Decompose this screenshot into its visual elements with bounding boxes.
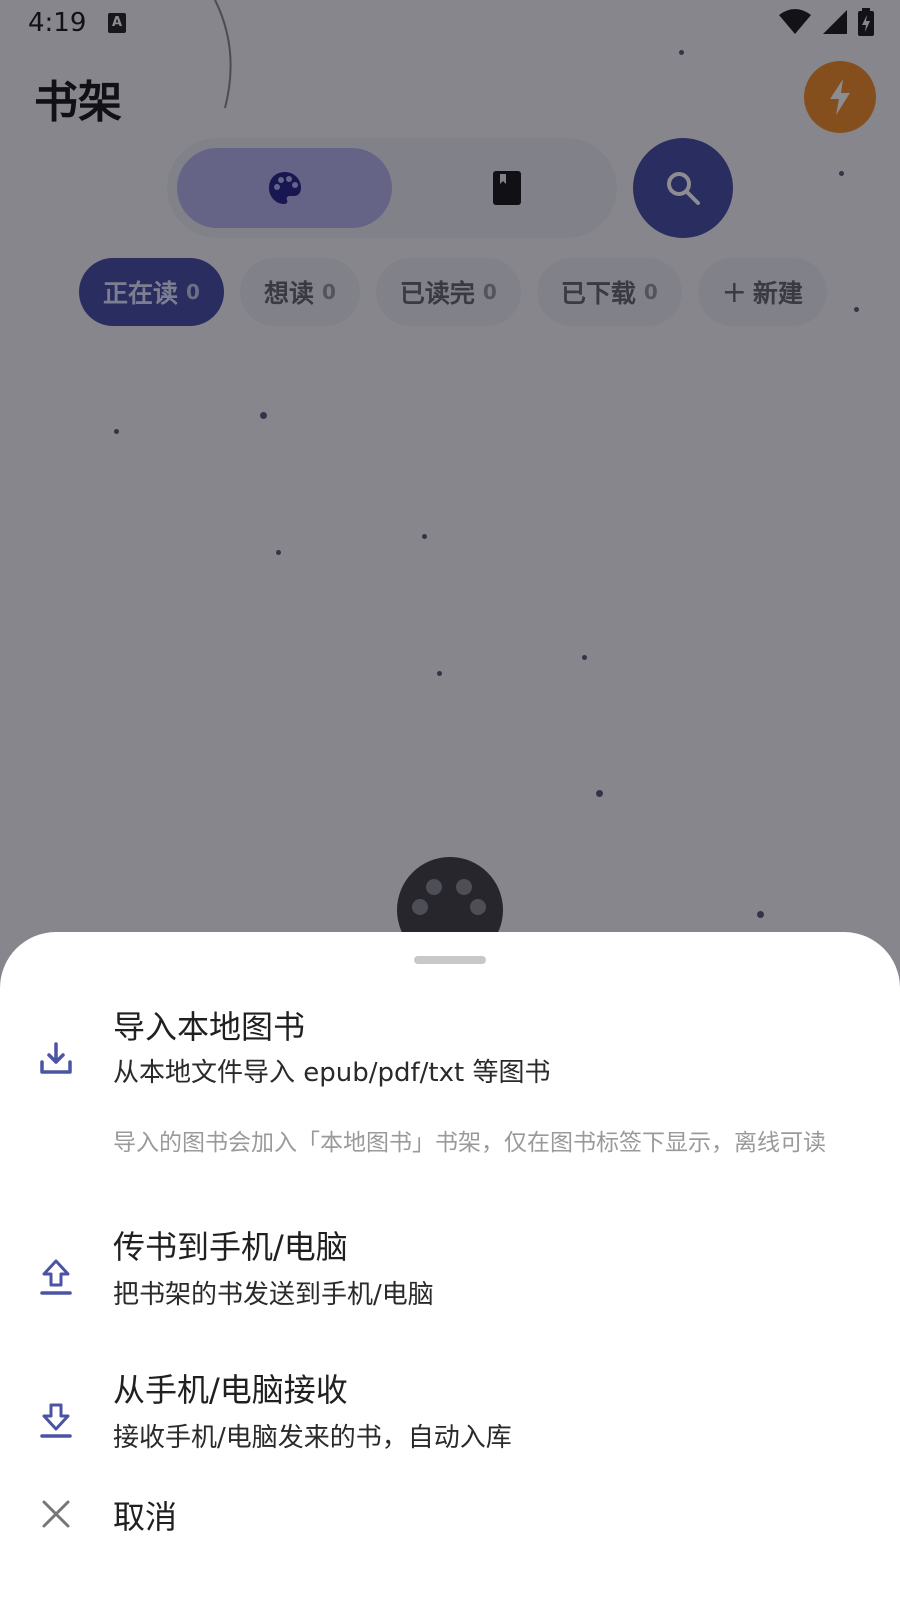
- send-books-option[interactable]: 传书到手机/电脑 把书架的书发送到手机/电脑: [0, 1222, 900, 1332]
- receive-icon: [36, 1401, 76, 1441]
- drag-handle[interactable]: [414, 956, 486, 964]
- option-title: 导入本地图书: [113, 1008, 306, 1046]
- option-title: 传书到手机/电脑: [113, 1228, 348, 1266]
- close-icon: [36, 1494, 76, 1534]
- option-title: 取消: [113, 1498, 178, 1536]
- option-title: 从手机/电脑接收: [113, 1371, 348, 1409]
- option-subtitle: 接收手机/电脑发来的书，自动入库: [113, 1423, 512, 1453]
- import-local-books-option[interactable]: 导入本地图书 从本地文件导入 epub/pdf/txt 等图书: [0, 1002, 900, 1112]
- bottom-sheet: 导入本地图书 从本地文件导入 epub/pdf/txt 等图书 导入的图书会加入…: [0, 932, 900, 1600]
- download-icon: [36, 1038, 76, 1078]
- option-subtitle: 把书架的书发送到手机/电脑: [113, 1280, 434, 1310]
- import-note: 导入的图书会加入「本地图书」书架，仅在图书标签下显示，离线可读: [113, 1130, 826, 1156]
- option-subtitle: 从本地文件导入 epub/pdf/txt 等图书: [113, 1058, 551, 1088]
- upload-icon: [36, 1258, 76, 1298]
- cancel-option[interactable]: 取消: [0, 1494, 900, 1564]
- receive-books-option[interactable]: 从手机/电脑接收 接收手机/电脑发来的书，自动入库: [0, 1365, 900, 1475]
